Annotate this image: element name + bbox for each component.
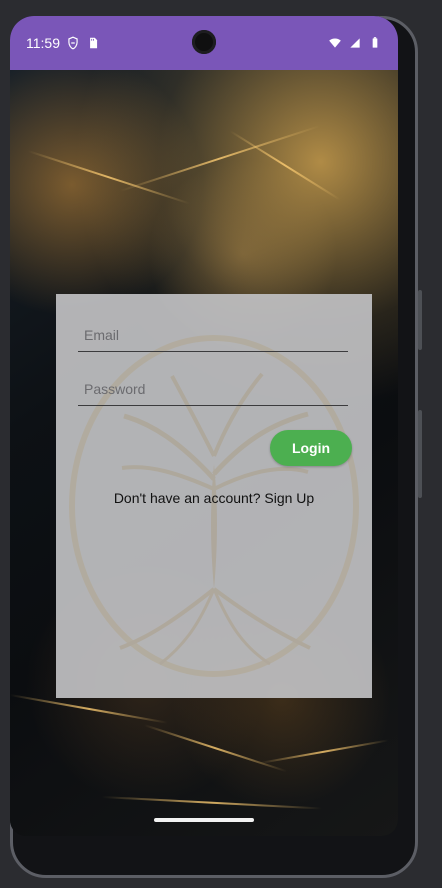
email-field[interactable]: Email: [78, 318, 348, 352]
wifi-icon: [328, 36, 342, 50]
login-button-label: Login: [291, 440, 331, 456]
login-card: Email Password Login Don't have an accou…: [56, 294, 372, 698]
gold-vein: [101, 796, 322, 810]
navigation-handle: [154, 818, 254, 822]
gold-vein: [27, 150, 190, 205]
power-button: [418, 290, 422, 350]
signal-icon: [348, 36, 362, 50]
gold-vein: [143, 724, 287, 773]
sd-card-icon: [86, 36, 100, 50]
status-left: 11:59: [26, 35, 100, 51]
status-time: 11:59: [26, 35, 60, 51]
signup-link[interactable]: Don't have an account? Sign Up: [56, 490, 372, 506]
status-right: [328, 36, 382, 50]
front-camera: [192, 30, 216, 54]
password-field[interactable]: Password: [78, 372, 348, 406]
device-stage: 11:59 Email Password Login Don't have an…: [0, 0, 442, 888]
gold-vein: [10, 694, 168, 724]
app-screen: 11:59 Email Password Login Don't have an…: [10, 16, 398, 836]
gold-vein: [119, 125, 321, 192]
gold-vein: [229, 130, 341, 201]
gold-vein: [259, 739, 389, 764]
status-bar: 11:59: [10, 16, 398, 70]
volume-button: [418, 410, 422, 498]
background-wallpaper: Email Password Login Don't have an accou…: [10, 70, 398, 836]
battery-icon: [368, 36, 382, 50]
shield-icon: [66, 36, 80, 50]
login-button[interactable]: Login: [270, 430, 352, 466]
